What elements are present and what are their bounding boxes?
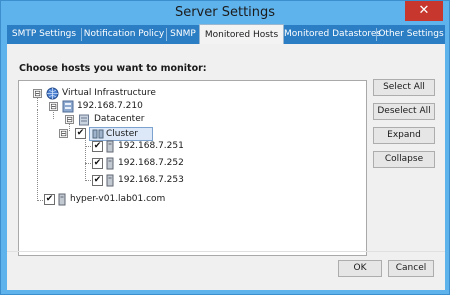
tab-monitored-datastores[interactable]: Monitored Datastores bbox=[284, 25, 381, 44]
tab-snmp[interactable]: SNMP bbox=[167, 25, 199, 44]
tree-node-cluster[interactable]: ⊟ ✔ Cluster bbox=[19, 127, 359, 141]
tree-node-label: 192.168.7.253 bbox=[118, 175, 184, 185]
deselect-all-button[interactable]: Deselect All bbox=[373, 103, 435, 120]
select-all-button[interactable]: Select All bbox=[373, 79, 435, 96]
collapse-toggle[interactable]: ⊟ bbox=[49, 102, 58, 111]
server-settings-window: Server Settings ✕ SMTP Settings Notifica… bbox=[0, 0, 450, 295]
host-tree[interactable]: ⊟ Virtual Infrastructure ⊟ 192.168.7.210 bbox=[18, 80, 367, 256]
panel-heading: Choose hosts you want to monitor: bbox=[19, 63, 207, 74]
tree-node-root[interactable]: ⊟ Virtual Infrastructure bbox=[19, 87, 359, 100]
checkmark-icon: ✔ bbox=[76, 128, 85, 138]
collapse-toggle[interactable]: ⊟ bbox=[59, 129, 68, 138]
footer-divider bbox=[7, 251, 445, 252]
tree-node-label: 192.168.7.252 bbox=[118, 158, 184, 168]
window-title: Server Settings bbox=[174, 5, 276, 20]
tree-node-host[interactable]: ✔ 192.168.7.251 bbox=[19, 140, 359, 153]
host-checkbox[interactable]: ✔ bbox=[44, 194, 55, 205]
checkmark-icon: ✔ bbox=[93, 141, 102, 151]
host-icon bbox=[106, 157, 114, 170]
tree-node-vcenter[interactable]: ⊟ 192.168.7.210 bbox=[19, 100, 359, 113]
host-icon bbox=[106, 174, 114, 187]
tree-node-label: 192.168.7.210 bbox=[77, 101, 143, 111]
tab-strip: SMTP Settings Notification Policy SNMP M… bbox=[7, 24, 445, 44]
title-bar[interactable]: Server Settings ✕ bbox=[1, 1, 449, 25]
tab-smtp-settings[interactable]: SMTP Settings bbox=[7, 25, 81, 44]
vcenter-server-icon bbox=[62, 100, 74, 113]
cluster-checkbox[interactable]: ✔ bbox=[75, 128, 86, 139]
tree-node-hyperv-host[interactable]: ✔ hyper-v01.lab01.com bbox=[19, 193, 359, 206]
host-checkbox[interactable]: ✔ bbox=[92, 141, 103, 152]
collapse-toggle[interactable]: ⊟ bbox=[33, 89, 42, 98]
ok-button[interactable]: OK bbox=[338, 260, 382, 277]
host-icon bbox=[106, 140, 114, 153]
collapse-toggle[interactable]: ⊟ bbox=[65, 115, 74, 124]
tree-node-label: Virtual Infrastructure bbox=[62, 88, 156, 98]
selected-node-highlight: Cluster bbox=[89, 127, 153, 141]
collapse-button[interactable]: Collapse bbox=[373, 151, 435, 168]
tree-node-datacenter[interactable]: ⊟ Datacenter bbox=[19, 113, 359, 126]
cancel-button[interactable]: Cancel bbox=[388, 260, 434, 277]
host-icon bbox=[58, 193, 66, 206]
globe-icon bbox=[46, 87, 59, 100]
tree-node-label: 192.168.7.251 bbox=[118, 141, 184, 151]
tree-node-label: hyper-v01.lab01.com bbox=[70, 194, 166, 204]
tree-node-label: Datacenter bbox=[94, 114, 145, 124]
monitored-hosts-panel: Choose hosts you want to monitor: ⊟ Virt… bbox=[7, 44, 445, 290]
checkmark-icon: ✔ bbox=[93, 175, 102, 185]
host-checkbox[interactable]: ✔ bbox=[92, 158, 103, 169]
tab-monitored-hosts[interactable]: Monitored Hosts bbox=[199, 24, 284, 44]
cluster-icon bbox=[92, 129, 104, 139]
host-checkbox[interactable]: ✔ bbox=[92, 175, 103, 186]
tree-node-host[interactable]: ✔ 192.168.7.252 bbox=[19, 157, 359, 170]
tab-other-settings[interactable]: Other Settings bbox=[377, 25, 445, 44]
expand-button[interactable]: Expand bbox=[373, 127, 435, 144]
tree-node-label: Cluster bbox=[106, 129, 138, 139]
close-button[interactable]: ✕ bbox=[405, 1, 443, 21]
datacenter-icon bbox=[79, 114, 89, 126]
tab-notification-policy[interactable]: Notification Policy bbox=[82, 25, 166, 44]
checkmark-icon: ✔ bbox=[45, 194, 54, 204]
close-icon: ✕ bbox=[418, 3, 430, 18]
checkmark-icon: ✔ bbox=[93, 158, 102, 168]
tree-node-host[interactable]: ✔ 192.168.7.253 bbox=[19, 174, 359, 187]
